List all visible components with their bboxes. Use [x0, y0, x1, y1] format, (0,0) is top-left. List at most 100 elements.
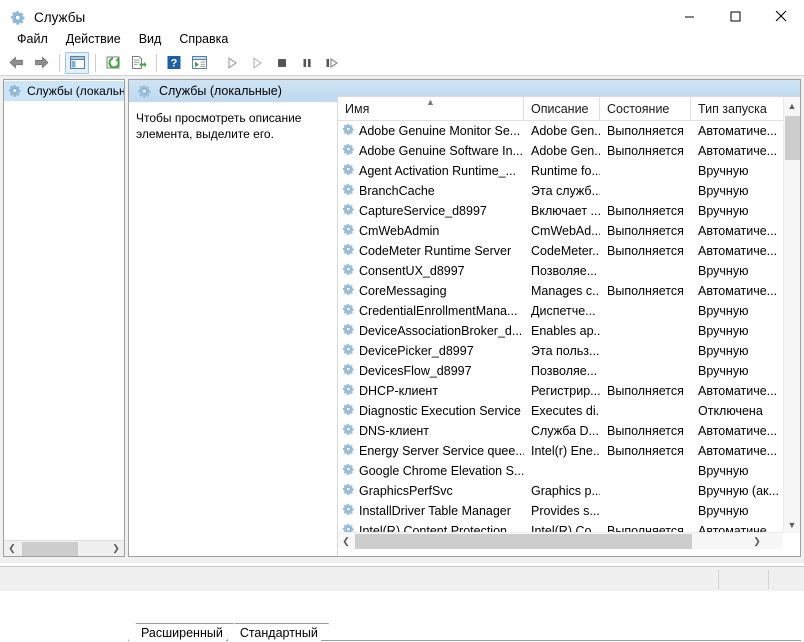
- table-row[interactable]: Agent Activation Runtime_...Runtime fo..…: [338, 161, 783, 181]
- toolbar-separator: [156, 54, 157, 72]
- service-name-cell: DeviceAssociationBroker_d...: [338, 321, 524, 341]
- service-name-cell: Diagnostic Execution Service: [338, 401, 524, 421]
- restart-service-icon[interactable]: [320, 52, 344, 74]
- toolbar: ?: [0, 50, 804, 76]
- table-row[interactable]: Adobe Genuine Monitor Se...Adobe Gen...В…: [338, 121, 783, 141]
- column-header-description[interactable]: Описание: [524, 97, 600, 121]
- service-description-cell: Runtime fo...: [524, 161, 600, 181]
- table-row[interactable]: Energy Server Service quee...Intel(r) En…: [338, 441, 783, 461]
- service-startup-cell: Вручную: [691, 261, 783, 281]
- gear-icon: [342, 343, 355, 359]
- table-row[interactable]: CmWebAdminCmWebAd...ВыполняетсяАвтоматич…: [338, 221, 783, 241]
- service-state-cell: [600, 181, 691, 201]
- table-row[interactable]: DevicesFlow_d8997Позволяе...Вручную: [338, 361, 783, 381]
- forward-icon[interactable]: [29, 52, 53, 74]
- gear-icon: [342, 323, 355, 339]
- service-description-cell: Adobe Gen...: [524, 141, 600, 161]
- services-window: Службы Файл Действие Вид Справка: [0, 0, 804, 591]
- service-name-cell: CaptureService_d8997: [338, 201, 524, 221]
- table-row[interactable]: Google Chrome Elevation S...Вручную: [338, 461, 783, 481]
- tree-horizontal-scrollbar[interactable]: ❮ ❯: [4, 540, 124, 556]
- menu-item-action[interactable]: Действие: [57, 29, 130, 49]
- refresh-icon[interactable]: [101, 52, 125, 74]
- chevron-up-icon[interactable]: ▲: [784, 97, 800, 114]
- menu-item-help[interactable]: Справка: [170, 29, 237, 49]
- service-name-label: DevicesFlow_d8997: [359, 364, 472, 378]
- service-state-cell: [600, 341, 691, 361]
- gear-icon: [137, 84, 152, 99]
- service-startup-cell: Автоматиче...: [691, 421, 783, 441]
- service-name-cell: DevicesFlow_d8997: [338, 361, 524, 381]
- table-row[interactable]: DeviceAssociationBroker_d...Enables ap..…: [338, 321, 783, 341]
- toolbar-separator: [59, 54, 60, 72]
- service-startup-cell: Вручную: [691, 181, 783, 201]
- table-row[interactable]: Adobe Genuine Software In...Adobe Gen...…: [338, 141, 783, 161]
- service-name-label: CmWebAdmin: [359, 224, 439, 238]
- service-description-cell: Позволяе...: [524, 361, 600, 381]
- service-startup-cell: Вручную: [691, 341, 783, 361]
- resume-service-icon[interactable]: [245, 52, 269, 74]
- table-row[interactable]: InstallDriver Table ManagerProvides s...…: [338, 501, 783, 521]
- tree-item-services-local[interactable]: Службы (локальн: [4, 81, 124, 101]
- tab-extended[interactable]: Расширенный: [128, 623, 234, 641]
- table-row[interactable]: Diagnostic Execution ServiceExecutes di.…: [338, 401, 783, 421]
- menu-item-file[interactable]: Файл: [8, 29, 57, 49]
- service-name-label: Adobe Genuine Software In...: [359, 144, 523, 158]
- export-list-icon[interactable]: [126, 52, 150, 74]
- chevron-left-icon[interactable]: ❮: [4, 541, 20, 557]
- service-startup-cell: Вручную (ак...: [691, 481, 783, 501]
- back-icon[interactable]: [4, 52, 28, 74]
- service-name-label: Diagnostic Execution Service: [359, 404, 521, 418]
- table-row[interactable]: CredentialEnrollmentMana...Диспетче...Вр…: [338, 301, 783, 321]
- stop-service-icon[interactable]: [270, 52, 294, 74]
- service-startup-cell: Вручную: [691, 461, 783, 481]
- service-description-cell: Регистрир...: [524, 381, 600, 401]
- table-row[interactable]: CaptureService_d8997Включает ...Выполняе…: [338, 201, 783, 221]
- service-state-cell: Выполняется: [600, 241, 691, 261]
- scrollbar-thumb[interactable]: [355, 534, 692, 549]
- scrollbar-thumb[interactable]: [22, 542, 78, 556]
- list-vertical-scrollbar[interactable]: ▲ ▼: [783, 97, 800, 533]
- tab-standard[interactable]: Стандартный: [227, 623, 329, 641]
- service-name-cell: Agent Activation Runtime_...: [338, 161, 524, 181]
- service-description-cell: Служба D...: [524, 421, 600, 441]
- pause-service-icon[interactable]: [295, 52, 319, 74]
- service-description-cell: Эта польз...: [524, 341, 600, 361]
- properties-icon[interactable]: [187, 52, 211, 74]
- chevron-right-icon[interactable]: ❯: [749, 533, 765, 549]
- start-service-icon[interactable]: [220, 52, 244, 74]
- service-startup-cell: Вручную: [691, 501, 783, 521]
- table-row[interactable]: CoreMessagingManages c...ВыполняетсяАвто…: [338, 281, 783, 301]
- table-row[interactable]: DHCP-клиентРегистрир...ВыполняетсяАвтома…: [338, 381, 783, 401]
- scrollbar-thumb[interactable]: [785, 116, 800, 160]
- chevron-left-icon[interactable]: ❮: [338, 533, 354, 549]
- gear-icon: [342, 283, 355, 299]
- menu-item-view[interactable]: Вид: [130, 29, 171, 49]
- service-startup-cell: Автоматиче...: [691, 141, 783, 161]
- chevron-down-icon[interactable]: ▼: [784, 516, 800, 533]
- column-header-state[interactable]: Состояние: [600, 97, 691, 121]
- status-divider: [718, 570, 719, 589]
- table-row[interactable]: DevicePicker_d8997Эта польз...Вручную: [338, 341, 783, 361]
- service-state-cell: Выполняется: [600, 141, 691, 161]
- gear-icon: [342, 123, 355, 139]
- services-list-rows: Adobe Genuine Monitor Se...Adobe Gen...В…: [338, 121, 783, 533]
- chevron-right-icon[interactable]: ❯: [108, 541, 124, 557]
- table-row[interactable]: GraphicsPerfSvcGraphics p...Вручную (ак.…: [338, 481, 783, 501]
- column-header-startup-type[interactable]: Тип запуска: [691, 97, 783, 121]
- column-header-name[interactable]: Имя ▲: [338, 97, 524, 121]
- list-horizontal-scrollbar[interactable]: ❮ ❯: [338, 532, 783, 549]
- service-name-cell: Adobe Genuine Monitor Se...: [338, 121, 524, 141]
- service-name-cell: CoreMessaging: [338, 281, 524, 301]
- service-description-cell: Adobe Gen...: [524, 121, 600, 141]
- table-row[interactable]: DNS-клиентСлужба D...ВыполняетсяАвтомати…: [338, 421, 783, 441]
- table-row[interactable]: BranchCacheЭта служб...Вручную: [338, 181, 783, 201]
- service-description-cell: CodeMeter...: [524, 241, 600, 261]
- gear-icon: [342, 303, 355, 319]
- table-row[interactable]: CodeMeter Runtime ServerCodeMeter...Выпо…: [338, 241, 783, 261]
- help-icon[interactable]: ?: [162, 52, 186, 74]
- service-description-cell: Intel(r) Ene...: [524, 441, 600, 461]
- show-tree-icon[interactable]: [65, 52, 89, 74]
- table-row[interactable]: ConsentUX_d8997Позволяе...Вручную: [338, 261, 783, 281]
- service-startup-cell: Вручную: [691, 321, 783, 341]
